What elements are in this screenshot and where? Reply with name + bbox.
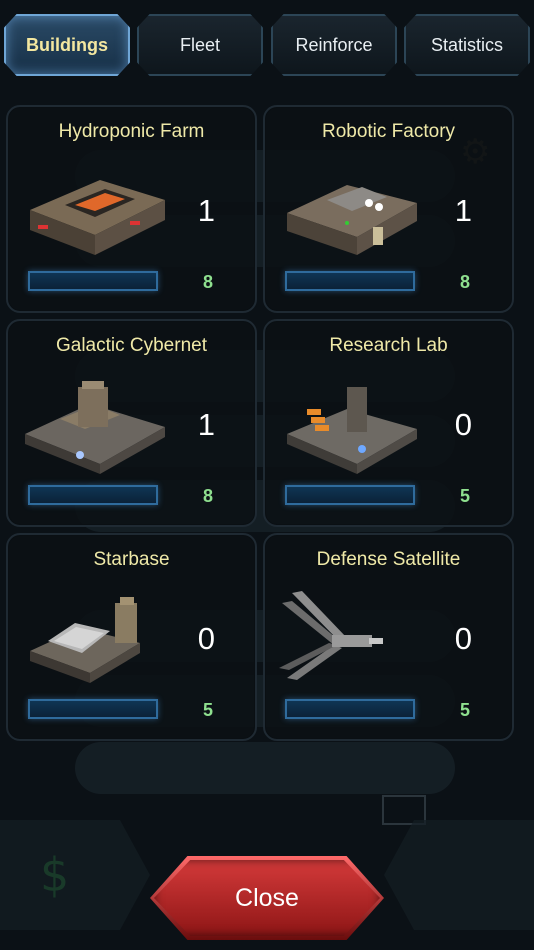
- building-count: 0: [454, 407, 472, 442]
- building-card-research-lab[interactable]: Research Lab 0 5: [263, 319, 514, 527]
- build-progress-bar: [28, 699, 158, 719]
- building-card-hydroponic-farm[interactable]: Hydroponic Farm 1 8: [6, 105, 257, 313]
- background-panel-left: [0, 820, 150, 930]
- building-count: 1: [197, 407, 215, 442]
- dollar-icon: $: [40, 848, 70, 902]
- building-name: Research Lab: [329, 335, 448, 356]
- building-cost: 8: [202, 272, 213, 292]
- building-cost: 5: [459, 486, 470, 506]
- building-name: Defense Satellite: [316, 549, 461, 570]
- building-count: 1: [197, 193, 215, 228]
- building-cost: 5: [202, 700, 213, 720]
- tab-bar: Buildings Fleet Reinforce Statistics: [0, 14, 534, 78]
- background-panel-right: [384, 820, 534, 930]
- background-row: [75, 742, 455, 794]
- research-lab-icon: [287, 387, 417, 474]
- building-count: 0: [454, 621, 472, 656]
- galactic-cybernet-icon: [25, 381, 165, 474]
- starbase-icon: [30, 597, 140, 683]
- building-name: Hydroponic Farm: [58, 121, 205, 142]
- tab-fleet[interactable]: Fleet: [137, 14, 263, 76]
- build-progress-bar: [285, 271, 415, 291]
- build-progress-bar: [28, 271, 158, 291]
- build-progress-bar: [28, 485, 158, 505]
- building-card-defense-satellite[interactable]: Defense Satellite 0 5: [263, 533, 514, 741]
- building-card-galactic-cybernet[interactable]: Galactic Cybernet 1 8: [6, 319, 257, 527]
- building-name: Galactic Cybernet: [55, 335, 207, 356]
- building-name: Starbase: [93, 549, 170, 570]
- build-progress-bar: [285, 485, 415, 505]
- defense-satellite-icon: [279, 591, 383, 680]
- tab-statistics[interactable]: Statistics: [404, 14, 530, 76]
- building-count: 0: [197, 621, 215, 656]
- tab-reinforce[interactable]: Reinforce: [271, 14, 397, 76]
- building-count: 1: [454, 193, 472, 228]
- robotic-factory-icon: [287, 185, 417, 255]
- tab-buildings[interactable]: Buildings: [4, 14, 130, 76]
- building-cost: 8: [459, 272, 470, 292]
- building-cost: 8: [202, 486, 213, 506]
- building-card-robotic-factory[interactable]: Robotic Factory 1 8: [263, 105, 514, 313]
- building-card-starbase[interactable]: Starbase 0 5: [6, 533, 257, 741]
- building-cost: 5: [459, 700, 470, 720]
- close-button[interactable]: Close: [154, 860, 380, 936]
- building-name: Robotic Factory: [321, 121, 456, 142]
- hydroponic-farm-icon: [30, 180, 165, 255]
- build-progress-bar: [285, 699, 415, 719]
